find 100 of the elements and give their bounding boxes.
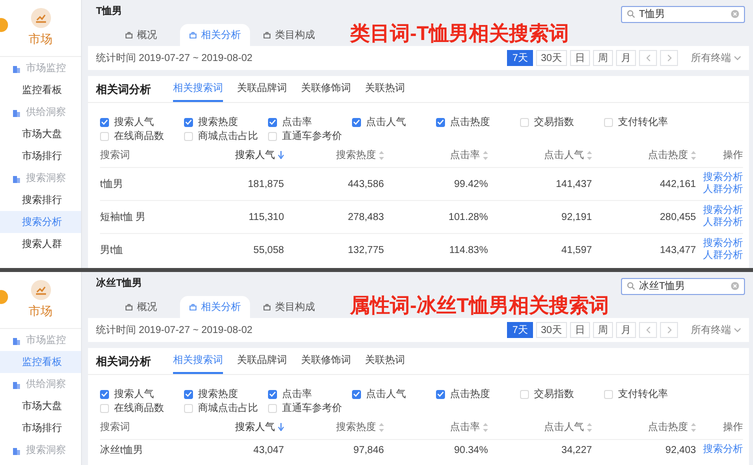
sidebar-item[interactable]: 搜索人群 <box>0 233 81 255</box>
building-icon <box>12 446 21 454</box>
action-link[interactable]: 搜索分析 <box>703 444 743 456</box>
checkbox[interactable] <box>436 390 445 398</box>
sort-icon[interactable] <box>379 150 384 160</box>
search-field[interactable]: 冰丝T恤男 <box>621 278 745 294</box>
terminal-dropdown[interactable]: 所有终端 <box>691 51 741 65</box>
checkbox[interactable] <box>100 118 109 126</box>
range-button[interactable]: 日 <box>570 50 590 66</box>
checkbox-label: 点击人气 <box>366 388 406 401</box>
sidebar-item[interactable]: 搜索排行 <box>0 189 81 211</box>
action-link[interactable]: 搜索分析 <box>703 238 743 250</box>
action-link[interactable]: 搜索分析 <box>703 205 743 217</box>
card-tab[interactable]: 相关搜索词 <box>173 76 223 102</box>
chevron-left-icon <box>646 326 650 334</box>
terminal-dropdown[interactable]: 所有终端 <box>691 323 741 337</box>
sort-icon[interactable] <box>379 422 384 432</box>
previous-button[interactable] <box>639 322 657 338</box>
checkbox[interactable] <box>268 390 277 398</box>
sidebar-item[interactable]: 市场大盘 <box>0 395 81 417</box>
tab[interactable]: 概况 <box>106 24 176 46</box>
column-header: 操作 <box>723 149 743 162</box>
checkbox[interactable] <box>268 118 277 126</box>
card-tab[interactable]: 关联热词 <box>365 348 405 374</box>
checkbox-label: 直通车参考价 <box>282 402 342 415</box>
clear-icon[interactable] <box>731 282 739 290</box>
range-button[interactable]: 月 <box>616 322 636 338</box>
checkbox-label: 搜索热度 <box>198 388 238 401</box>
checkbox-label: 点击热度 <box>450 388 490 401</box>
table-cell-text: 短袖t恤 男 <box>100 210 146 224</box>
table-cell: 143,477 <box>660 244 696 256</box>
checkbox[interactable] <box>100 390 109 398</box>
checkbox[interactable] <box>352 118 361 126</box>
range-button[interactable]: 周 <box>593 322 613 338</box>
card-tab[interactable]: 关联修饰词 <box>301 348 351 374</box>
group-title: 市场监控 <box>26 62 66 75</box>
checkbox-label: 支付转化率 <box>618 388 668 401</box>
sidebar-item[interactable]: 监控看板 <box>0 79 81 101</box>
tab[interactable]: 类目构成 <box>254 296 324 318</box>
checkbox-label: 搜索人气 <box>114 116 154 129</box>
column-header: 点击热度 <box>648 420 688 434</box>
sort-icon[interactable] <box>587 150 592 160</box>
checkbox[interactable] <box>352 390 361 398</box>
building-icon <box>12 336 21 344</box>
range-button[interactable]: 日 <box>570 322 590 338</box>
group-title: 供给洞察 <box>26 106 66 119</box>
search-field[interactable]: T恤男 <box>621 6 745 22</box>
annotation-caption: 类目词-T恤男相关搜索词 <box>350 22 569 47</box>
card-tab[interactable]: 相关搜索词 <box>173 348 223 374</box>
checkbox[interactable] <box>436 118 445 126</box>
sort-down-icon[interactable] <box>278 151 284 159</box>
table-cell: 55,058 <box>253 244 284 256</box>
sort-icon[interactable] <box>691 150 696 160</box>
sort-icon[interactable] <box>691 422 696 432</box>
table-cell: 278,483 <box>348 212 384 222</box>
next-button[interactable] <box>660 50 678 66</box>
tab[interactable]: 概况 <box>106 296 176 318</box>
checkbox[interactable] <box>184 118 193 126</box>
card-tab[interactable]: 关联修饰词 <box>301 76 351 102</box>
range-button[interactable]: 周 <box>593 50 613 66</box>
checkbox[interactable] <box>184 390 193 398</box>
column-header: 点击热度 <box>648 148 688 162</box>
tab[interactable]: 类目构成 <box>254 24 324 46</box>
table-cell-text: t恤男 <box>100 178 123 191</box>
card-tab[interactable]: 关联品牌词 <box>237 76 287 102</box>
column-header: 操作 <box>723 421 743 434</box>
annotation-caption: 属性词-冰丝T恤男相关搜索词 <box>350 294 609 319</box>
card-tab[interactable]: 关联热词 <box>365 76 405 102</box>
bag-icon <box>125 31 133 39</box>
sort-icon[interactable] <box>483 150 488 160</box>
card-tab[interactable]: 关联品牌词 <box>237 348 287 374</box>
table-cell: 141,437 <box>556 178 592 190</box>
clear-icon[interactable] <box>731 10 739 18</box>
sort-down-icon[interactable] <box>278 423 284 431</box>
sidebar-item[interactable]: 市场大盘 <box>0 123 81 145</box>
previous-button[interactable] <box>639 50 657 66</box>
checkbox-label: 商城点击占比 <box>198 402 258 415</box>
tab[interactable]: 相关分析 <box>180 24 250 46</box>
range-button[interactable]: 月 <box>616 50 636 66</box>
table-cell-text: 冰丝t恤男 <box>100 444 143 457</box>
action-link[interactable]: 人群分析 <box>703 184 743 196</box>
building-icon <box>12 64 21 72</box>
sort-icon[interactable] <box>587 422 592 432</box>
action-link[interactable]: 人群分析 <box>703 217 743 229</box>
sidebar-item[interactable]: 市场排行 <box>0 417 81 439</box>
chart-icon <box>30 8 50 28</box>
table-cell: 442,161 <box>660 178 696 190</box>
range-button[interactable]: 30天 <box>536 50 567 66</box>
next-button[interactable] <box>660 322 678 338</box>
checkbox-label: 搜索热度 <box>198 116 238 129</box>
range-button[interactable]: 7天 <box>507 322 533 338</box>
range-button[interactable]: 30天 <box>536 322 567 338</box>
sort-icon[interactable] <box>483 422 488 432</box>
range-button[interactable]: 7天 <box>507 50 533 66</box>
action-link[interactable]: 人群分析 <box>703 250 743 262</box>
action-link[interactable]: 搜索分析 <box>703 172 743 184</box>
checkbox-label: 在线商品数 <box>114 130 164 143</box>
sidebar-item[interactable]: 市场排行 <box>0 145 81 167</box>
tab[interactable]: 相关分析 <box>180 296 250 318</box>
column-header: 搜索热度 <box>336 420 376 434</box>
